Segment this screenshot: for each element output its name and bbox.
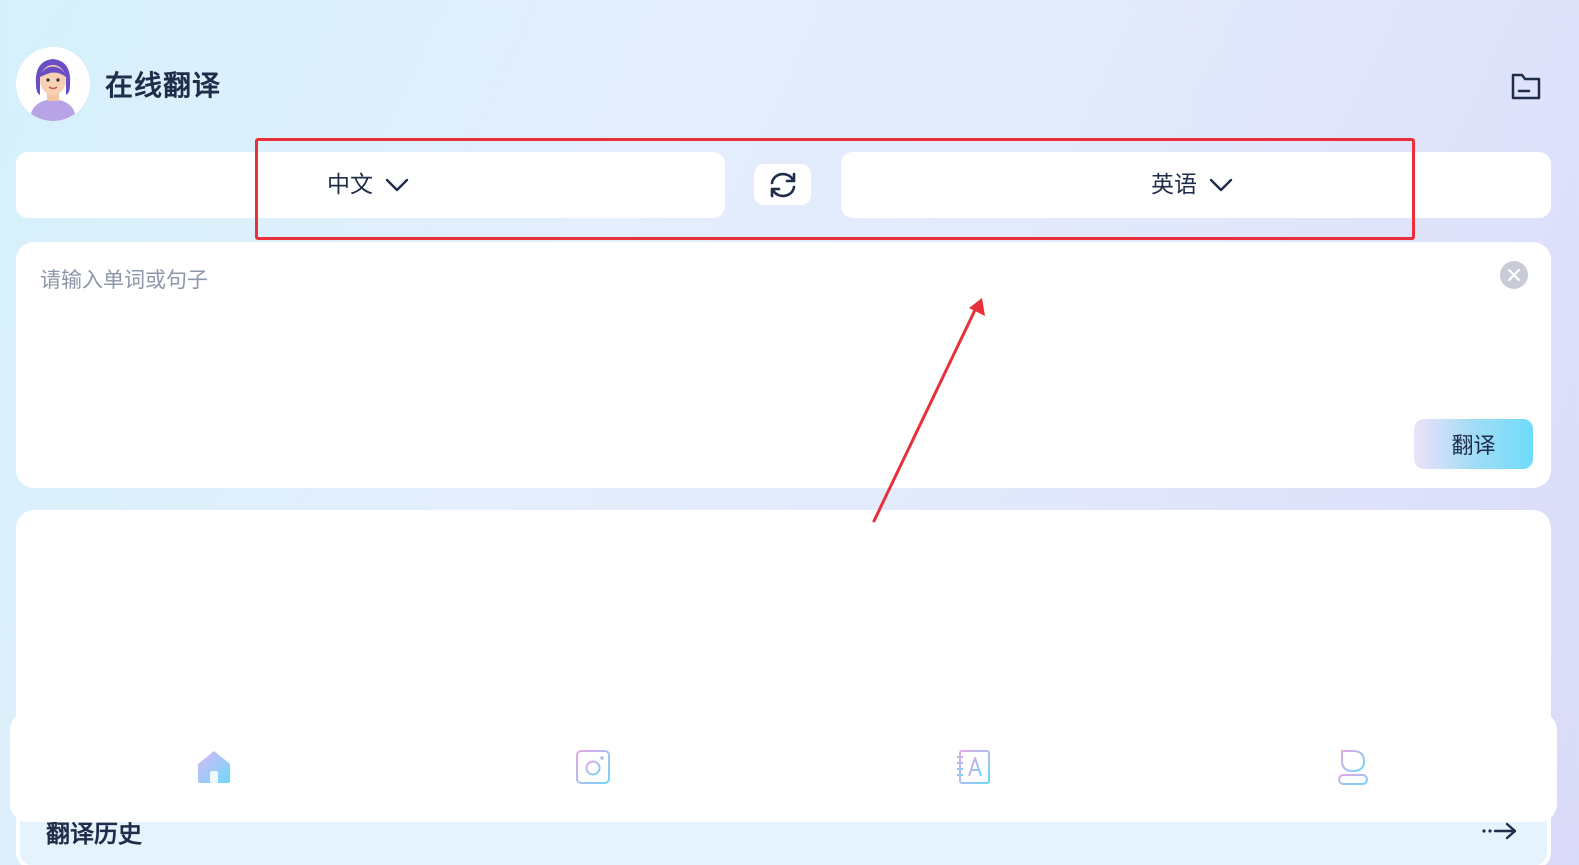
nav-home[interactable] <box>192 746 236 788</box>
page-title: 在线翻译 <box>105 69 222 102</box>
translate-button[interactable]: 翻译 <box>1414 419 1533 469</box>
source-text-input[interactable] <box>40 264 1460 414</box>
arrow-right-icon[interactable] <box>1480 820 1520 842</box>
nav-camera[interactable] <box>571 746 615 788</box>
nav-dictionary[interactable] <box>951 746 995 788</box>
annotation-highlight-box <box>255 138 1415 240</box>
avatar[interactable] <box>16 47 90 121</box>
dictionary-icon <box>957 750 990 784</box>
camera-icon <box>576 750 610 784</box>
translation-output <box>16 510 1551 740</box>
input-card: 翻译 <box>16 242 1551 488</box>
folder-icon[interactable] <box>1505 68 1547 104</box>
nav-profile[interactable] <box>1331 746 1375 788</box>
home-icon <box>198 751 230 783</box>
profile-icon <box>1338 750 1368 785</box>
bottom-nav <box>10 712 1557 822</box>
close-icon <box>1507 268 1521 282</box>
clear-button[interactable] <box>1500 261 1528 289</box>
person-avatar-icon <box>16 47 90 121</box>
